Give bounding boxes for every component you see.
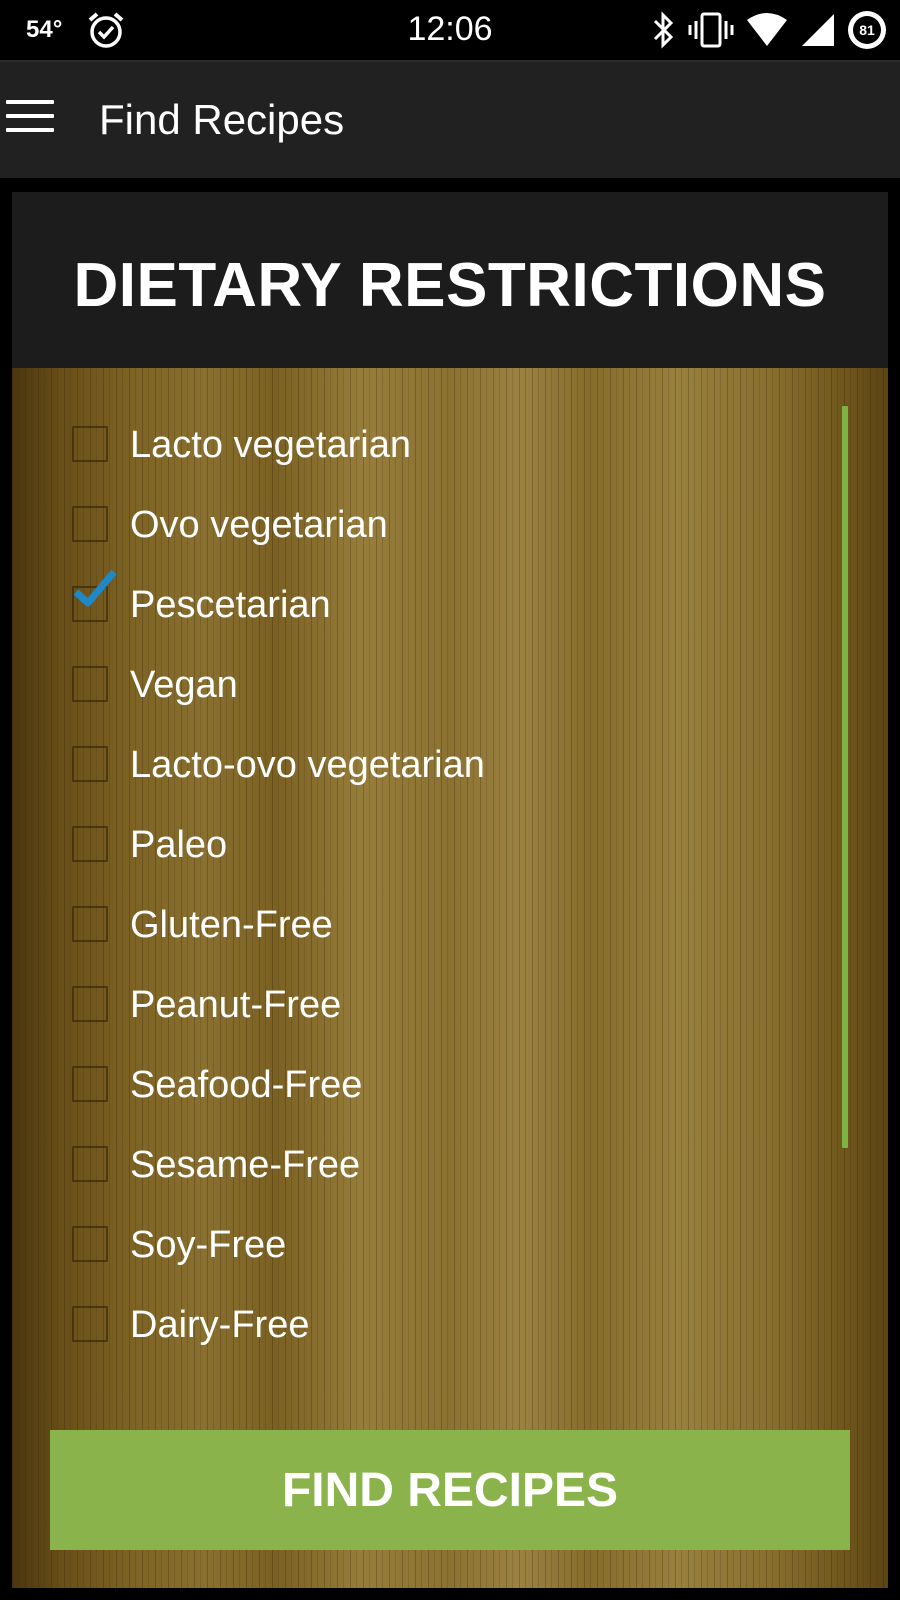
option-label: Gluten-Free <box>130 904 333 946</box>
diet-option-pescetarian[interactable]: Pescetarian <box>0 566 780 646</box>
checkbox[interactable] <box>72 1146 108 1182</box>
page-title: Find Recipes <box>99 96 345 143</box>
diet-option-seafood-free[interactable]: Seafood-Free <box>0 1046 780 1126</box>
checkmark-icon <box>73 569 117 607</box>
checkbox[interactable] <box>72 506 108 542</box>
checkbox[interactable] <box>72 986 108 1022</box>
battery-level: 81 <box>853 16 881 44</box>
battery-icon: 81 <box>848 11 886 49</box>
option-label: Vegan <box>130 664 238 706</box>
checkbox[interactable] <box>72 426 108 462</box>
checkbox[interactable] <box>72 746 108 782</box>
section-title: DIETARY RESTRICTIONS <box>73 251 827 320</box>
diet-option-peanut-free[interactable]: Peanut-Free <box>0 966 780 1046</box>
option-label: Pescetarian <box>130 584 331 626</box>
option-label: Sesame-Free <box>130 1144 361 1186</box>
checkbox[interactable] <box>72 1226 108 1262</box>
diet-option-paleo[interactable]: Paleo <box>0 806 780 886</box>
diet-option-sesame-free[interactable]: Sesame-Free <box>0 1126 780 1206</box>
wifi-icon <box>746 12 788 48</box>
option-label: Ovo vegetarian <box>130 504 388 546</box>
status-icons-group: 81 <box>650 8 886 52</box>
bluetooth-icon <box>650 11 676 49</box>
checkbox[interactable] <box>72 1066 108 1102</box>
find-recipes-button[interactable]: FIND RECIPES <box>50 1430 850 1550</box>
diet-option-dairy-free[interactable]: Dairy-Free <box>0 1286 780 1366</box>
section-header: DIETARY RESTRICTIONS <box>12 192 888 368</box>
option-label: Lacto vegetarian <box>130 424 411 466</box>
diet-option-lacto-ovo-vegetarian[interactable]: Lacto-ovo vegetarian <box>0 726 780 806</box>
diet-option-ovo-vegetarian[interactable]: Ovo vegetarian <box>0 486 780 566</box>
option-label: Paleo <box>130 824 228 866</box>
vibrate-icon <box>688 11 734 49</box>
option-label: Peanut-Free <box>130 984 342 1026</box>
checkbox[interactable] <box>72 1306 108 1342</box>
checkbox[interactable] <box>72 826 108 862</box>
hamburger-menu-icon[interactable] <box>6 100 54 140</box>
checkbox[interactable] <box>72 666 108 702</box>
diet-option-lacto-vegetarian[interactable]: Lacto vegetarian <box>0 406 780 486</box>
option-label: Soy-Free <box>130 1224 287 1266</box>
diet-option-soy-free[interactable]: Soy-Free <box>0 1206 780 1286</box>
diet-option-gluten-free[interactable]: Gluten-Free <box>0 886 780 966</box>
option-label: Dairy-Free <box>130 1304 310 1346</box>
option-label: Seafood-Free <box>130 1064 363 1106</box>
option-label: Lacto-ovo vegetarian <box>130 744 485 786</box>
status-bar: 54° 12:06 81 <box>0 0 900 60</box>
diet-option-vegan[interactable]: Vegan <box>0 646 780 726</box>
checkbox[interactable] <box>72 906 108 942</box>
app-bar: Find Recipes <box>0 60 900 178</box>
cell-signal-icon <box>800 12 836 48</box>
scrollbar[interactable] <box>842 406 848 1148</box>
